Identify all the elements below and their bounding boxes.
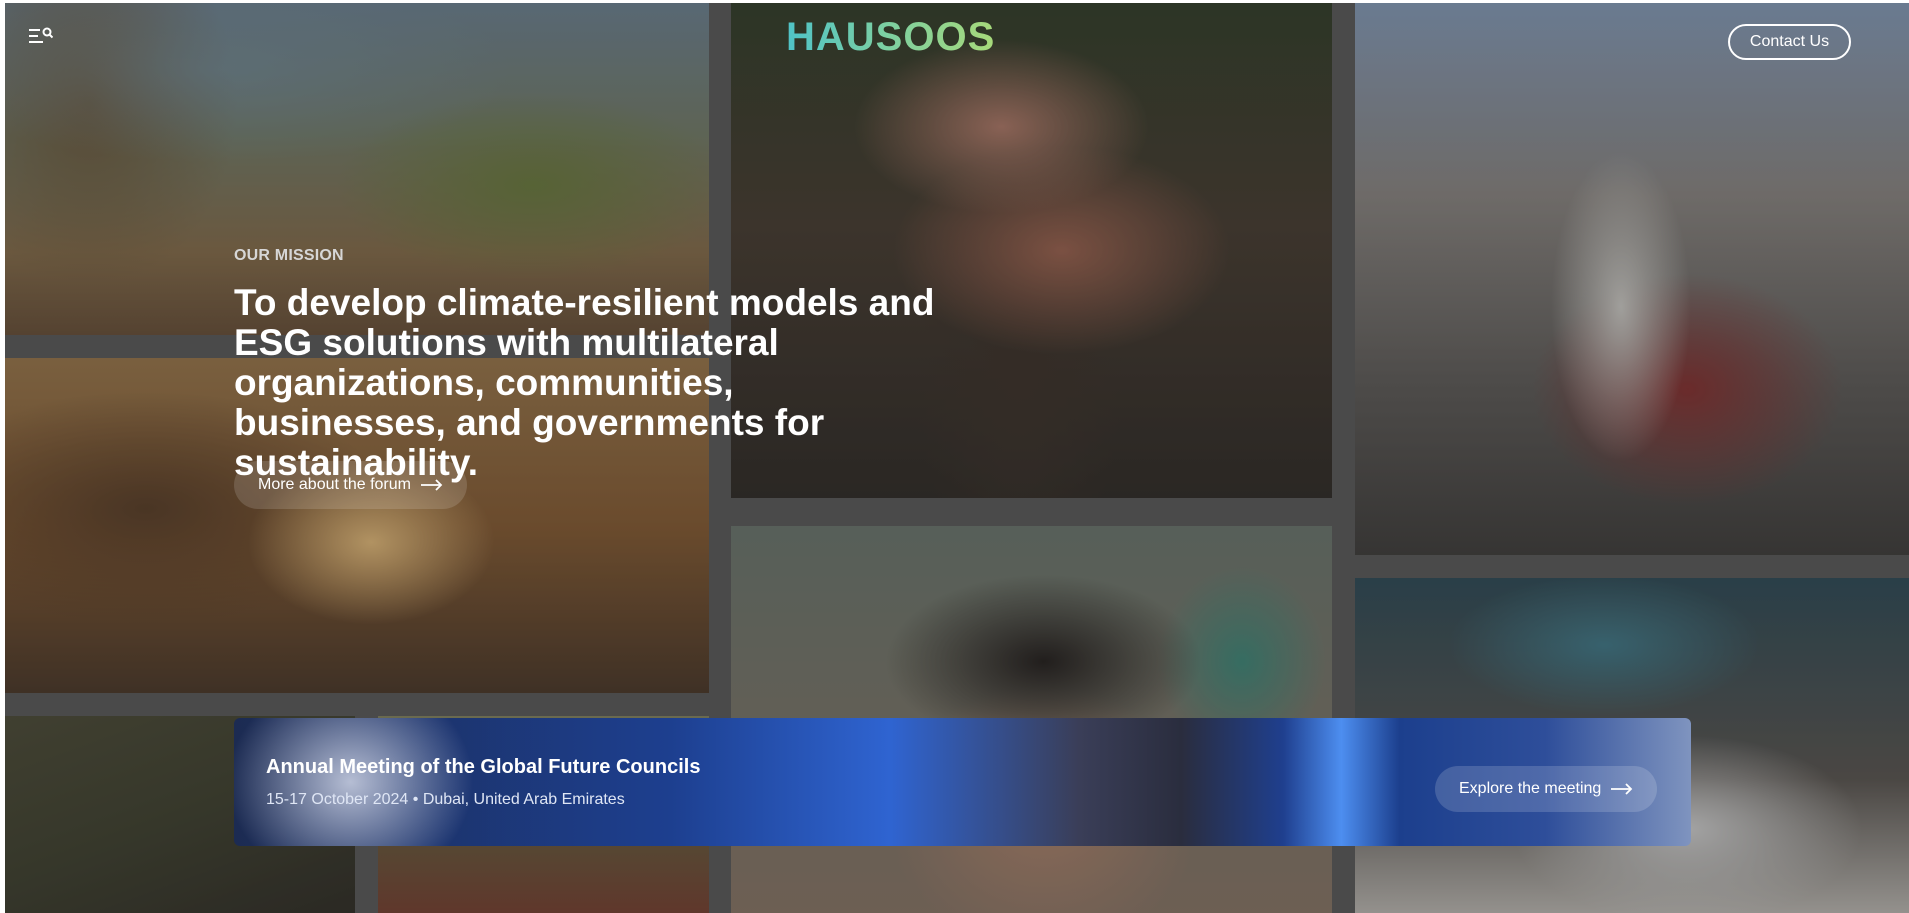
- mission-eyebrow: OUR MISSION: [234, 247, 344, 264]
- arrow-right-icon: [420, 479, 443, 491]
- contact-us-button[interactable]: Contact Us: [1728, 24, 1851, 60]
- hero-photo-grid: HAUSOOS Contact Us OUR MISSION To develo…: [5, 3, 1909, 913]
- arrow-right-icon: [1611, 783, 1633, 795]
- event-title: Annual Meeting of the Global Future Coun…: [266, 756, 701, 778]
- menu-search-icon[interactable]: [29, 27, 54, 45]
- more-about-forum-label: More about the forum: [258, 476, 411, 493]
- event-banner: Annual Meeting of the Global Future Coun…: [234, 718, 1691, 846]
- explore-meeting-label: Explore the meeting: [1459, 780, 1602, 797]
- mission-headline: To develop climate-resilient models and …: [234, 282, 935, 483]
- event-date-location: 15-17 October 2024 • Dubai, United Arab …: [266, 791, 625, 808]
- explore-meeting-button[interactable]: Explore the meeting: [1435, 766, 1658, 812]
- brand-logo[interactable]: HAUSOOS: [786, 15, 995, 59]
- more-about-forum-button[interactable]: More about the forum: [234, 461, 467, 509]
- photo-schoolchildren-street: [1355, 3, 1909, 555]
